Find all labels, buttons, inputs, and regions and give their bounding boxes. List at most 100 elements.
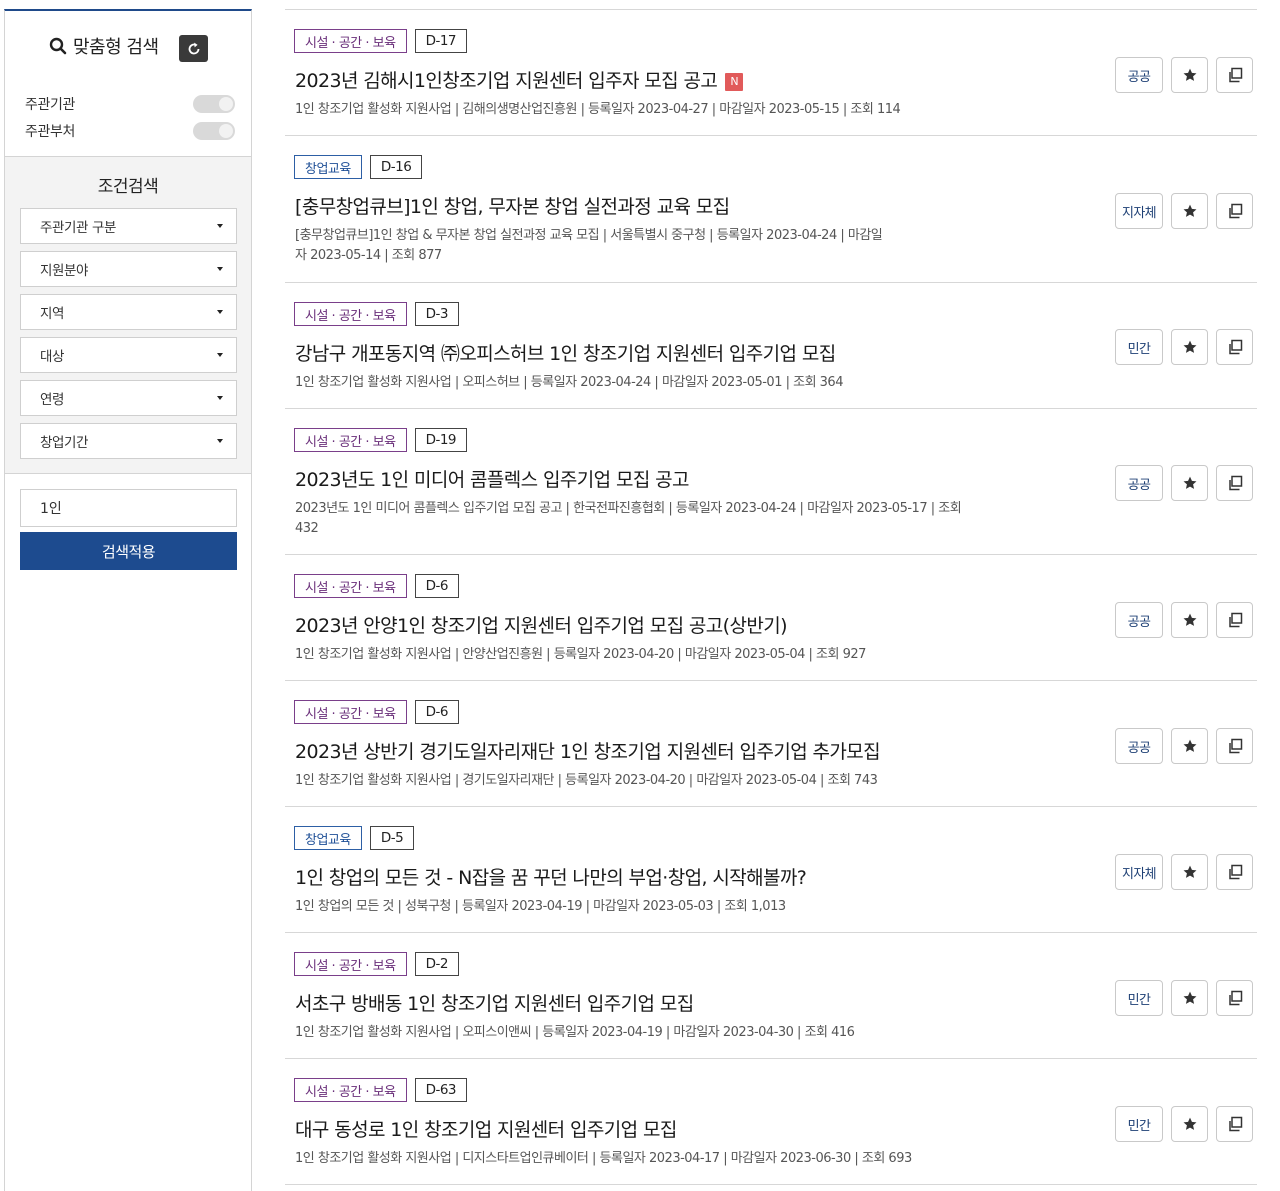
copy-button[interactable] [1216, 602, 1253, 638]
bookmark-button[interactable] [1171, 329, 1208, 365]
ministry-toggle[interactable] [193, 122, 235, 140]
item-title-link[interactable]: 2023년도 1인 미디어 콤플렉스 입주기업 모집 공고 [295, 465, 690, 492]
item-title-text: 2023년 안양1인 창조기업 지원센터 입주기업 모집 공고(상반기) [295, 615, 788, 637]
category-tag: 시설 · 공간 · 보육 [294, 1078, 407, 1102]
org-type-button[interactable]: 지자체 [1115, 193, 1163, 229]
reset-button[interactable] [179, 35, 208, 62]
custom-search-header: 맞춤형 검색 주관기관 주관부처 [5, 11, 251, 157]
item-tags: 시설 · 공간 · 보육 D-6 [294, 700, 459, 724]
toggle-label-host-org: 주관기관 [25, 97, 75, 113]
org-type-button[interactable]: 민간 [1115, 980, 1163, 1016]
star-icon [1183, 739, 1196, 752]
org-type-button[interactable]: 공공 [1115, 57, 1163, 93]
select-region[interactable]: 지역 [20, 294, 237, 330]
select-startup-period[interactable]: 창업기간 [20, 423, 237, 459]
item-tags: 시설 · 공간 · 보육 D-2 [294, 952, 459, 976]
item-actions: 민간 [1115, 980, 1253, 1016]
dday-tag: D-6 [414, 574, 459, 598]
item-title-link[interactable]: 2023년 상반기 경기도일자리재단 1인 창조기업 지원센터 입주기업 추가모… [295, 737, 881, 764]
star-icon [1183, 613, 1196, 626]
bookmark-button[interactable] [1171, 57, 1208, 93]
item-meta: 1인 창조기업 활성화 지원사업 | 안양산업진흥원 | 등록일자 2023-0… [295, 647, 866, 662]
copy-button[interactable] [1216, 465, 1253, 501]
org-type-button[interactable]: 민간 [1115, 329, 1163, 365]
item-tags: 시설 · 공간 · 보육 D-19 [294, 428, 468, 452]
toggle-row-host-org: 주관기관 [25, 94, 235, 114]
item-title-text: 대구 동성로 1인 창조기업 지원센터 입주기업 모집 [295, 1119, 677, 1141]
copy-icon [1228, 990, 1242, 1006]
caret-down-icon [217, 353, 223, 357]
copy-icon [1228, 612, 1242, 628]
select-target[interactable]: 대상 [20, 337, 237, 373]
item-actions: 지자체 [1115, 854, 1253, 890]
item-actions: 민간 [1115, 329, 1253, 365]
copy-button[interactable] [1216, 1106, 1253, 1142]
copy-button[interactable] [1216, 980, 1253, 1016]
copy-button[interactable] [1216, 854, 1253, 890]
copy-icon [1228, 864, 1242, 880]
copy-button[interactable] [1216, 728, 1253, 764]
copy-button[interactable] [1216, 57, 1253, 93]
custom-search-label: 맞춤형 검색 [73, 37, 159, 58]
host-org-toggle[interactable] [193, 95, 235, 113]
copy-icon [1228, 1116, 1242, 1132]
category-tag: 시설 · 공간 · 보육 [294, 302, 407, 326]
select-support-field[interactable]: 지원분야 [20, 251, 237, 287]
item-title-link[interactable]: 대구 동성로 1인 창조기업 지원센터 입주기업 모집 [295, 1115, 677, 1142]
star-icon [1183, 476, 1196, 489]
item-title-link[interactable]: [충무창업큐브]1인 창업, 무자본 창업 실전과정 교육 모집 [295, 192, 730, 219]
bookmark-button[interactable] [1171, 193, 1208, 229]
org-type-button[interactable]: 민간 [1115, 1106, 1163, 1142]
bookmark-button[interactable] [1171, 728, 1208, 764]
copy-button[interactable] [1216, 193, 1253, 229]
bookmark-button[interactable] [1171, 980, 1208, 1016]
copy-button[interactable] [1216, 329, 1253, 365]
copy-icon [1228, 67, 1242, 83]
item-title-link[interactable]: 2023년 안양1인 창조기업 지원센터 입주기업 모집 공고(상반기) [295, 611, 788, 638]
item-title-link[interactable]: 2023년 김해시1인창조기업 지원센터 입주자 모집 공고 N [295, 66, 744, 93]
bookmark-button[interactable] [1171, 854, 1208, 890]
condition-search-title: 조건검색 [97, 177, 159, 197]
item-title-link[interactable]: 1인 창업의 모든 것 - N잡을 꿈 꾸던 나만의 부업·창업, 시작해볼까? [295, 863, 807, 890]
dday-tag: D-6 [414, 700, 459, 724]
org-type-button[interactable]: 공공 [1115, 728, 1163, 764]
org-type-button[interactable]: 공공 [1115, 602, 1163, 638]
bookmark-button[interactable] [1171, 1106, 1208, 1142]
bookmark-button[interactable] [1171, 602, 1208, 638]
item-title-link[interactable]: 서초구 방배동 1인 창조기업 지원센터 입주기업 모집 [295, 989, 694, 1016]
item-title-text: 서초구 방배동 1인 창조기업 지원센터 입주기업 모집 [295, 993, 694, 1015]
item-title-text: 2023년도 1인 미디어 콤플렉스 입주기업 모집 공고 [295, 469, 690, 491]
new-badge: N [725, 73, 744, 91]
item-meta: [충무창업큐브]1인 창업 & 무자본 창업 실전과정 교육 모집 | 서울특별… [295, 228, 883, 263]
dday-tag: D-19 [414, 428, 468, 452]
dday-tag: D-5 [369, 826, 415, 850]
select-startup-period-label: 창업기간 [40, 435, 89, 451]
select-region-label: 지역 [40, 306, 65, 322]
item-meta: 1인 창조기업 활성화 지원사업 | 디지스타트업인큐베이터 | 등록일자 20… [295, 1151, 912, 1166]
org-type-button[interactable]: 지자체 [1115, 854, 1163, 890]
copy-icon [1228, 475, 1242, 491]
select-age[interactable]: 연령 [20, 380, 237, 416]
caret-down-icon [217, 439, 223, 443]
item-title-link[interactable]: 강남구 개포동지역 ㈜오피스허브 1인 창조기업 지원센터 입주기업 모집 [295, 339, 836, 366]
apply-search-button[interactable]: 검색적용 [20, 532, 237, 570]
item-actions: 공공 [1115, 602, 1253, 638]
item-meta: 2023년도 1인 미디어 콤플렉스 입주기업 모집 공고 | 한국전파진흥협회… [295, 501, 962, 536]
star-icon [1183, 865, 1196, 878]
star-icon [1183, 340, 1196, 353]
select-support-field-label: 지원분야 [40, 263, 89, 279]
select-host-type[interactable]: 주관기관 구분 [20, 208, 237, 244]
select-target-label: 대상 [40, 349, 65, 365]
item-tags: 시설 · 공간 · 보육 D-3 [294, 302, 459, 326]
bookmark-button[interactable] [1171, 465, 1208, 501]
list-item: 시설 · 공간 · 보육 D-2 서초구 방배동 1인 창조기업 지원센터 입주… [285, 933, 1257, 1059]
caret-down-icon [217, 396, 223, 400]
dday-tag: D-63 [414, 1078, 468, 1102]
item-actions: 지자체 [1115, 193, 1253, 229]
org-type-button[interactable]: 공공 [1115, 465, 1163, 501]
caret-down-icon [217, 310, 223, 314]
item-meta: 1인 창조기업 활성화 지원사업 | 김해의생명산업진흥원 | 등록일자 202… [295, 102, 901, 117]
caret-down-icon [217, 224, 223, 228]
dday-tag: D-2 [414, 952, 459, 976]
keyword-search-input[interactable] [20, 489, 237, 527]
